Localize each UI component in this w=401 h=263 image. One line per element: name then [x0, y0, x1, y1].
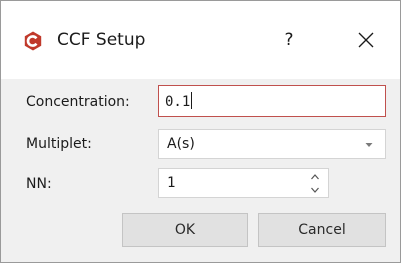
- spin-down-icon[interactable]: [308, 184, 322, 196]
- nn-label: NN:: [26, 176, 52, 192]
- chevron-down-icon[interactable]: [365, 142, 373, 148]
- concentration-input[interactable]: 0.1: [158, 85, 386, 117]
- concentration-value: 0.1: [165, 94, 191, 110]
- multiplet-selected-value: A(s): [167, 136, 195, 152]
- title-bar[interactable]: CCF Setup ?: [1, 1, 400, 79]
- cancel-button[interactable]: Cancel: [258, 213, 386, 247]
- help-button[interactable]: ?: [277, 27, 301, 53]
- text-caret: [191, 92, 193, 109]
- multiplet-select[interactable]: A(s): [158, 129, 386, 159]
- ccf-setup-dialog: CCF Setup ? Concentration: 0.1 Multiplet…: [0, 0, 401, 263]
- multiplet-label: Multiplet:: [26, 136, 92, 152]
- spin-up-icon[interactable]: [308, 171, 322, 183]
- concentration-label: Concentration:: [26, 94, 130, 110]
- nn-spinbox[interactable]: 1: [158, 168, 329, 198]
- ok-button[interactable]: OK: [122, 213, 248, 247]
- close-icon[interactable]: [353, 27, 379, 53]
- nn-value: 1: [167, 175, 176, 191]
- app-logo-icon: [24, 31, 42, 51]
- window-title: CCF Setup: [57, 30, 146, 50]
